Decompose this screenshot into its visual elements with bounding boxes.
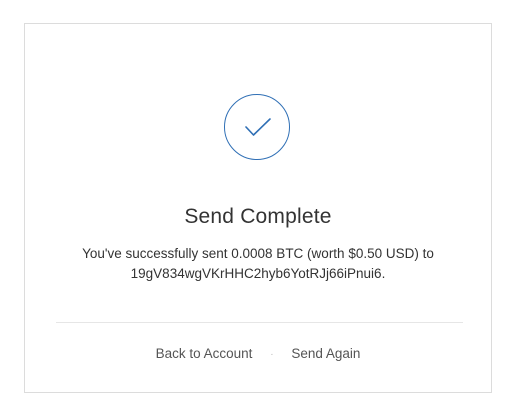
actions-bar: Back to Account · Send Again [25,346,491,361]
success-message-line-1: You've successfully sent 0.0008 BTC (wor… [82,246,434,261]
page-title: Send Complete [184,205,332,228]
checkmark-icon [224,94,290,160]
send-complete-card: Send Complete You've successfully sent 0… [24,23,492,393]
divider [56,322,463,323]
send-again-link[interactable]: Send Again [291,346,360,361]
success-message-line-2: 19gV834wgVKrHHC2hyb6YotRJj66iPnui6. [130,266,386,281]
separator-dot: · [270,348,274,360]
back-to-account-link[interactable]: Back to Account [156,346,253,361]
success-message: You've successfully sent 0.0008 BTC (wor… [25,244,491,284]
